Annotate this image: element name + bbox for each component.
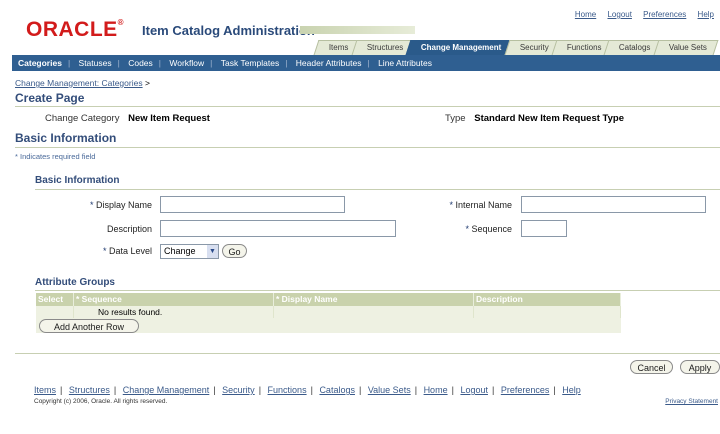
table-row: No results found. (36, 306, 621, 318)
footer-link-logout[interactable]: Logout (460, 385, 488, 395)
subtab-header-attributes[interactable]: Header Attributes (290, 58, 368, 68)
internal-name-label: * Internal Name (449, 200, 512, 210)
subtab-workflow[interactable]: Workflow (163, 58, 210, 68)
go-button[interactable]: Go (222, 244, 247, 258)
change-category-value: New Item Request (128, 113, 210, 124)
breadcrumb-separator: > (144, 78, 150, 88)
table-footer: Add Another Row (36, 318, 621, 333)
global-link-logout[interactable]: Logout (607, 10, 631, 19)
change-category-info: Change Category New Item Request (45, 113, 210, 124)
footer-link-catalogs[interactable]: Catalogs (319, 385, 355, 395)
description-field[interactable] (160, 220, 396, 237)
divider (15, 147, 720, 148)
subtab-task-templates[interactable]: Task Templates (215, 58, 285, 68)
change-category-label: Change Category (45, 113, 120, 124)
apply-button[interactable]: Apply (680, 360, 720, 374)
data-level-select[interactable]: Change ▼ (160, 244, 219, 259)
internal-name-field[interactable] (521, 196, 706, 213)
footer-link-security[interactable]: Security (222, 385, 255, 395)
app-title: Item Catalog Administration (142, 23, 315, 38)
sequence-field[interactable] (521, 220, 567, 237)
subtab-line-attributes[interactable]: Line Attributes (372, 58, 438, 68)
subtab-categories[interactable]: Categories (12, 58, 68, 68)
footer-link-change-management[interactable]: Change Management (123, 385, 210, 395)
attribute-groups-title: Attribute Groups (35, 277, 115, 288)
tab-change-management[interactable]: Change Management (405, 40, 514, 55)
data-level-label: * Data Level (102, 246, 152, 256)
subtab-bar: Categories | Statuses | Codes | Workflow | T… (12, 55, 720, 71)
column-header-description: Description (474, 293, 621, 306)
footer-link-value-sets[interactable]: Value Sets (368, 385, 411, 395)
footer-link-structures[interactable]: Structures (69, 385, 110, 395)
global-link-home[interactable]: Home (575, 10, 596, 19)
description-label: Description (106, 224, 152, 234)
table-header: Select * Sequence * Display Name Descrip… (36, 293, 621, 306)
main-tabs: Items Structures Change Management Secur… (313, 40, 719, 55)
type-value: Standard New Item Request Type (474, 113, 624, 124)
global-link-help[interactable]: Help (698, 10, 714, 19)
footer-links: Items | Structures | Change Management | Se… (34, 385, 581, 395)
type-info: Type Standard New Item Request Type (445, 113, 624, 124)
global-links: Home Logout Preferences Help (566, 10, 714, 19)
title-decoration (300, 26, 415, 34)
divider (15, 353, 720, 354)
display-name-label: * Display Name (89, 200, 152, 210)
subtab-codes[interactable]: Codes (122, 58, 159, 68)
display-name-field[interactable] (160, 196, 345, 213)
sequence-label: * Sequence (465, 224, 512, 234)
divider (15, 106, 720, 107)
section-title: Basic Information (15, 131, 117, 145)
breadcrumb-link[interactable]: Change Management: Categories (15, 78, 143, 88)
basic-info-subtitle: Basic Information (35, 175, 120, 186)
type-label: Type (445, 113, 466, 124)
footer-link-preferences[interactable]: Preferences (501, 385, 550, 395)
footer-link-items[interactable]: Items (34, 385, 56, 395)
page-title: Create Page (15, 91, 85, 105)
tab-value-sets[interactable]: Value Sets (653, 40, 719, 55)
chevron-down-icon: ▼ (207, 245, 218, 258)
footer-link-functions[interactable]: Functions (268, 385, 307, 395)
empty-message: No results found. (74, 306, 274, 318)
column-header-sequence: * Sequence (74, 293, 274, 306)
logo-text: ORACLE (26, 18, 118, 41)
global-link-preferences[interactable]: Preferences (643, 10, 686, 19)
footer-link-home[interactable]: Home (424, 385, 448, 395)
required-field-note: * Indicates required field (15, 152, 96, 161)
add-another-row-button[interactable]: Add Another Row (39, 319, 139, 333)
footer-link-help[interactable]: Help (562, 385, 581, 395)
divider (35, 189, 720, 190)
copyright: Copyright (c) 2006, Oracle. All rights r… (34, 398, 168, 405)
column-header-select: Select (36, 293, 74, 306)
oracle-logo: ORACLE® (26, 18, 125, 41)
divider (35, 290, 720, 291)
cancel-button[interactable]: Cancel (630, 360, 673, 374)
attribute-groups-table: Select * Sequence * Display Name Descrip… (36, 293, 621, 333)
privacy-link[interactable]: Privacy Statement (665, 398, 718, 405)
branding-bar: ORACLE® Item Catalog Administration Home… (0, 0, 720, 41)
column-header-display-name: * Display Name (274, 293, 474, 306)
subtab-statuses[interactable]: Statuses (73, 58, 118, 68)
breadcrumb: Change Management: Categories > (15, 78, 150, 88)
